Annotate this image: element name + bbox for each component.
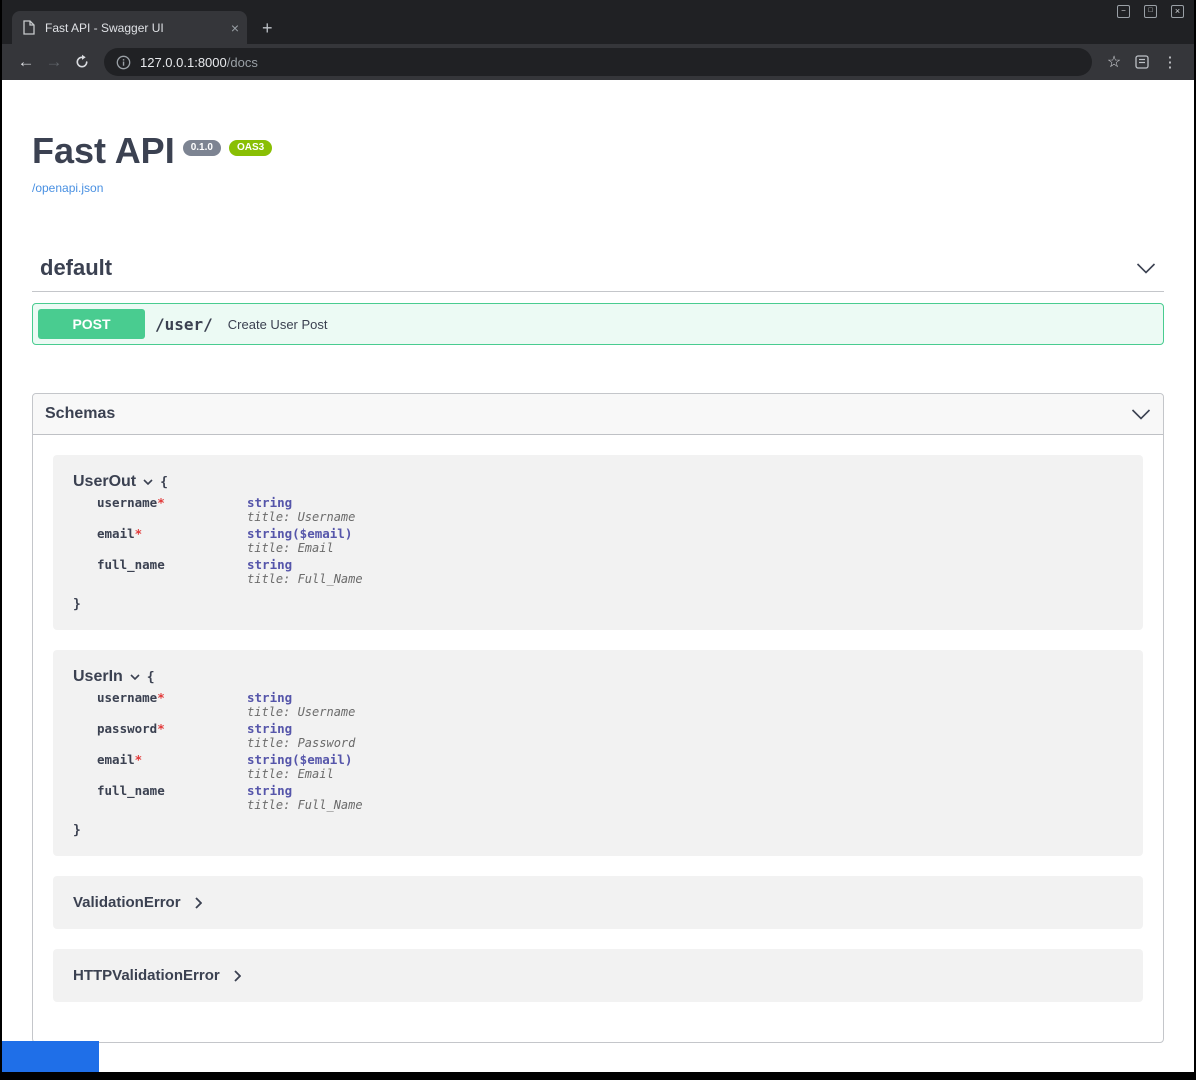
property-name: email xyxy=(97,752,135,767)
property-row: full_name string title: Full_Name xyxy=(97,784,363,815)
tab-strip: Fast API - Swagger UI × + xyxy=(12,11,273,44)
model-userin: UserIn { username* string tit xyxy=(53,650,1143,856)
oas3-badge: OAS3 xyxy=(229,140,272,156)
model-userout-header[interactable]: UserOut { xyxy=(73,473,1123,491)
property-title: title: Email xyxy=(247,767,363,781)
site-info-icon[interactable] xyxy=(116,55,131,70)
property-name: username xyxy=(97,690,157,705)
property-title: title: Username xyxy=(247,705,363,719)
page-title: Fast API 0.1.0 OAS3 xyxy=(32,130,1164,171)
url-text: 127.0.0.1:8000/docs xyxy=(140,55,258,70)
brace-open: { xyxy=(147,670,155,685)
property-type: string xyxy=(247,752,292,767)
property-row: full_name string title: Full_Name xyxy=(97,558,363,589)
chevron-right-icon[interactable] xyxy=(195,897,202,909)
required-star: * xyxy=(157,721,165,736)
side-panel-icon[interactable] xyxy=(1128,48,1156,76)
property-type: string xyxy=(247,721,292,736)
page-content: Fast API0.1.0OAS3 /openapi.json default … xyxy=(2,80,1194,1072)
model-name: ValidationError xyxy=(73,894,181,911)
schemas-body: UserOut { username* string ti xyxy=(33,435,1163,1042)
property-name: username xyxy=(97,495,157,510)
close-icon[interactable]: × xyxy=(1171,5,1184,18)
chevron-down-icon[interactable] xyxy=(1131,409,1151,420)
api-header: Fast API 0.1.0 OAS3 /openapi.json xyxy=(32,130,1164,197)
openapi-spec-link[interactable]: /openapi.json xyxy=(32,181,103,195)
browser-tab[interactable]: Fast API - Swagger UI × xyxy=(12,11,247,44)
chevron-right-icon[interactable] xyxy=(234,970,241,982)
chevron-down-icon[interactable] xyxy=(1136,263,1156,274)
property-title: title: Full_Name xyxy=(247,798,363,812)
forward-icon[interactable]: → xyxy=(40,48,68,76)
model-httpvalidationerror[interactable]: HTTPValidationError xyxy=(53,949,1143,1002)
brace-close: } xyxy=(73,597,1123,612)
status-popup xyxy=(2,1041,99,1072)
endpoint-summary: Create User Post xyxy=(228,317,328,332)
minimize-icon[interactable]: − xyxy=(1117,5,1130,18)
property-title: title: Username xyxy=(247,510,363,524)
chevron-down-icon[interactable] xyxy=(143,479,153,485)
property-format: ($email) xyxy=(292,526,352,541)
schemas-title: Schemas xyxy=(45,405,115,423)
property-title: title: Email xyxy=(247,541,363,555)
property-type: string xyxy=(247,526,292,541)
property-row: password* string title: Password xyxy=(97,722,363,753)
property-name: password xyxy=(97,721,157,736)
property-title: title: Full_Name xyxy=(247,572,363,586)
property-name: full_name xyxy=(97,557,165,572)
endpoint-path: /user/ xyxy=(155,315,213,334)
property-name: full_name xyxy=(97,783,165,798)
reload-icon[interactable] xyxy=(68,48,96,76)
property-row: email* string($email) title: Email xyxy=(97,527,363,558)
model-name: HTTPValidationError xyxy=(73,967,220,984)
model-properties: username* string title: Username email* … xyxy=(97,496,363,589)
browser-window: − □ × Fast API - Swagger UI × + ← → xyxy=(2,0,1194,1072)
address-bar[interactable]: 127.0.0.1:8000/docs xyxy=(104,48,1092,76)
property-name: email xyxy=(97,526,135,541)
method-badge: POST xyxy=(38,309,145,339)
required-star: * xyxy=(135,752,143,767)
property-title: title: Password xyxy=(247,736,363,750)
property-row: username* string title: Username xyxy=(97,691,363,722)
api-title-text: Fast API xyxy=(32,130,175,171)
url-host: 127.0.0.1:8000 xyxy=(140,55,227,70)
browser-menu-icon[interactable]: ⋮ xyxy=(1156,48,1184,76)
endpoint-post-user[interactable]: POST /user/ Create User Post xyxy=(32,303,1164,345)
titlebar: − □ × Fast API - Swagger UI × + xyxy=(2,0,1194,44)
window-controls: − □ × xyxy=(1117,5,1184,18)
tag-section-default[interactable]: default xyxy=(32,245,1164,292)
required-star: * xyxy=(157,690,165,705)
tab-close-icon[interactable]: × xyxy=(231,21,239,35)
version-badge: 0.1.0 xyxy=(183,140,221,156)
required-star: * xyxy=(157,495,165,510)
tab-title: Fast API - Swagger UI xyxy=(45,21,225,35)
model-name: UserIn xyxy=(73,668,123,686)
new-tab-icon[interactable]: + xyxy=(262,19,273,37)
model-validationerror[interactable]: ValidationError xyxy=(53,876,1143,929)
page-icon xyxy=(22,20,36,35)
required-star: * xyxy=(135,526,143,541)
bookmark-star-icon[interactable]: ☆ xyxy=(1100,48,1128,76)
model-userout: UserOut { username* string ti xyxy=(53,455,1143,630)
property-type: string xyxy=(247,690,292,705)
property-row: email* string($email) title: Email xyxy=(97,753,363,784)
property-row: username* string title: Username xyxy=(97,496,363,527)
brace-open: { xyxy=(160,475,168,490)
brace-close: } xyxy=(73,823,1123,838)
property-type: string xyxy=(247,495,292,510)
model-properties: username* string title: Username passwor… xyxy=(97,691,363,815)
maximize-icon[interactable]: □ xyxy=(1144,5,1157,18)
property-type: string xyxy=(247,783,292,798)
property-format: ($email) xyxy=(292,752,352,767)
model-name: UserOut xyxy=(73,473,136,491)
schemas-header[interactable]: Schemas xyxy=(33,394,1163,435)
schemas-section: Schemas UserOut { xyxy=(32,393,1164,1043)
url-path: /docs xyxy=(227,55,258,70)
property-type: string xyxy=(247,557,292,572)
back-icon[interactable]: ← xyxy=(12,48,40,76)
chevron-down-icon[interactable] xyxy=(130,674,140,680)
model-userin-header[interactable]: UserIn { xyxy=(73,668,1123,686)
tag-name: default xyxy=(40,255,112,281)
navigation-bar: ← → 127.0.0.1:8000/docs ☆ ⋮ xyxy=(2,44,1194,80)
